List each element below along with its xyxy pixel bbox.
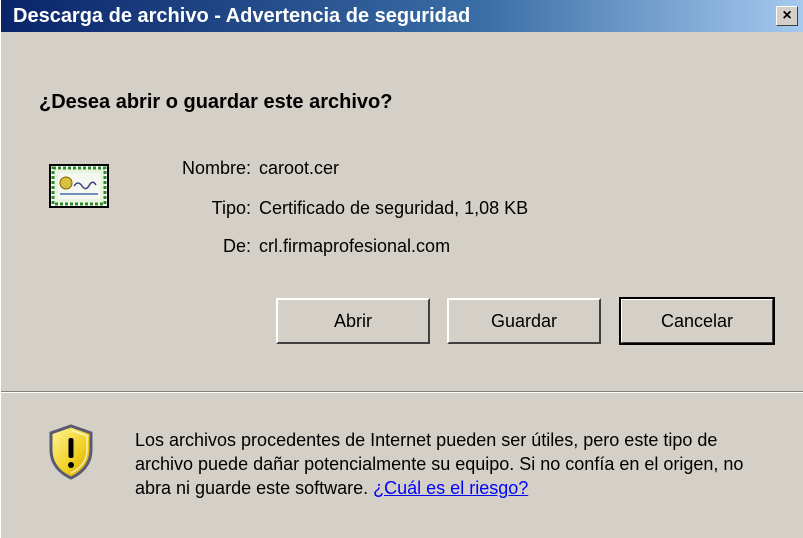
close-button[interactable]: × — [776, 6, 798, 26]
save-button[interactable]: Guardar — [447, 298, 601, 344]
file-source-value: crl.firmaprofesional.com — [259, 236, 451, 256]
security-shield-icon — [49, 424, 93, 480]
dialog-question: ¿Desea abrir o guardar este archivo? — [39, 91, 393, 113]
title-bar[interactable]: Descarga de archivo - Advertencia de seg… — [1, 0, 803, 32]
security-warning-dialog: Descarga de archivo - Advertencia de seg… — [0, 0, 803, 538]
file-type-label: Tipo: — [211, 198, 251, 218]
window-title: Descarga de archivo - Advertencia de seg… — [13, 5, 471, 27]
risk-link[interactable]: ¿Cuál es el riesgo? — [373, 478, 528, 498]
file-type-value: Certificado de seguridad, 1,08 KB — [259, 198, 529, 218]
security-warning-text: Los archivos procedentes de Internet pue… — [135, 428, 775, 500]
separator-highlight — [1, 392, 803, 393]
close-icon: × — [782, 7, 792, 24]
file-name-value: caroot.cer — [259, 158, 340, 178]
file-source-label: De: — [222, 236, 251, 256]
cancel-button[interactable]: Cancelar — [619, 297, 775, 345]
open-button[interactable]: Abrir — [276, 298, 430, 344]
file-name-label: Nombre: — [181, 158, 251, 178]
